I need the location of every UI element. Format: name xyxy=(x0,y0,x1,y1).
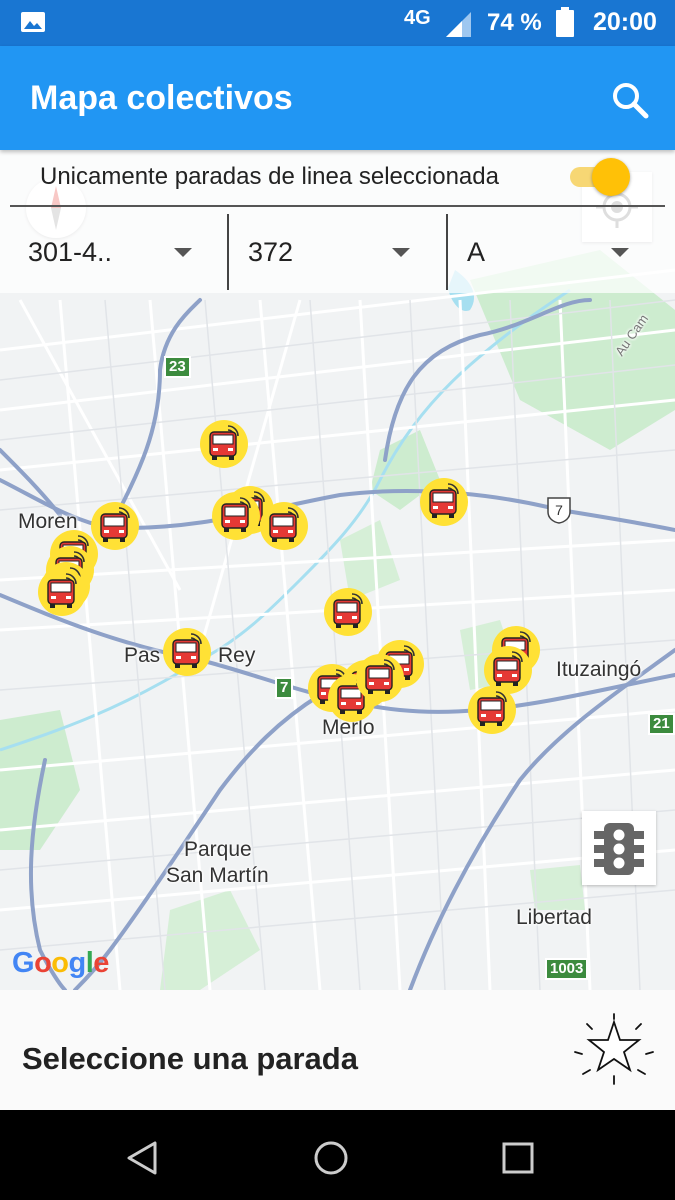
clock: 20:00 xyxy=(593,8,657,36)
chevron-down-icon xyxy=(611,248,629,257)
back-icon[interactable] xyxy=(125,1140,161,1176)
branch-spinner[interactable]: 372 xyxy=(230,213,446,291)
spinner-separator xyxy=(227,214,229,290)
panel-divider xyxy=(10,205,665,207)
toggle-thumb xyxy=(592,158,630,196)
place-label-libertad: Libertad xyxy=(516,906,592,929)
place-label-paso-del-rey-b: Rey xyxy=(218,644,256,667)
place-label-ituzaingo: Ituzaingó xyxy=(556,658,642,681)
signal-icon xyxy=(446,12,471,37)
chevron-down-icon xyxy=(392,248,410,257)
system-nav-bar xyxy=(0,1110,675,1200)
bus-marker[interactable] xyxy=(210,490,262,542)
bus-icon xyxy=(356,654,404,702)
spinner-separator xyxy=(446,214,448,290)
line-spinner-value: 301-4.. xyxy=(28,237,113,267)
status-bar: 4G 74 % 20:00 xyxy=(0,0,675,46)
bottom-sheet: Seleccione una parada xyxy=(0,990,675,1110)
bus-marker[interactable] xyxy=(354,652,406,704)
bus-marker[interactable] xyxy=(322,586,374,638)
bus-marker[interactable] xyxy=(466,684,518,736)
recents-icon[interactable] xyxy=(500,1140,536,1176)
bus-marker[interactable] xyxy=(258,500,310,552)
toggle-label: Unicamente paradas de linea seleccionada xyxy=(40,163,499,190)
bus-marker[interactable] xyxy=(36,566,88,618)
branch-spinner-value: 372 xyxy=(248,237,294,267)
bus-icon xyxy=(212,492,260,540)
route-shield-7-merlo: 7 xyxy=(275,677,294,699)
app-screen: 4G 74 % 20:00 Mapa colectivos Moren Pas … xyxy=(0,0,675,1200)
route-shield-7-text: 7 xyxy=(555,502,563,518)
bus-icon xyxy=(38,568,86,616)
bus-marker[interactable] xyxy=(418,476,470,528)
chevron-down-icon xyxy=(174,248,192,257)
battery-icon xyxy=(556,7,574,37)
route-shield-23: 23 xyxy=(164,356,191,378)
image-notification-icon xyxy=(21,12,45,32)
direction-spinner-value: A xyxy=(467,237,486,267)
select-stop-message: Seleccione una parada xyxy=(22,1041,358,1076)
place-label-paso-del-rey-a: Pas xyxy=(124,644,161,667)
bus-icon xyxy=(200,420,248,468)
battery-percent: 74 % xyxy=(487,9,542,36)
bus-marker[interactable] xyxy=(198,418,250,470)
place-label-parque: Parque xyxy=(184,838,252,861)
bus-marker[interactable] xyxy=(161,626,213,678)
bus-icon xyxy=(468,686,516,734)
network-type: 4G xyxy=(404,7,431,29)
search-icon[interactable] xyxy=(610,80,650,120)
route-shield-1003: 1003 xyxy=(545,958,589,980)
line-spinner[interactable]: 301-4.. xyxy=(10,213,226,291)
traffic-light-icon xyxy=(594,823,644,875)
bus-icon xyxy=(163,628,211,676)
place-label-san-martin: San Martín xyxy=(166,864,269,887)
home-icon[interactable] xyxy=(313,1140,349,1176)
bus-icon xyxy=(260,502,308,550)
bus-icon xyxy=(420,478,468,526)
app-title: Mapa colectivos xyxy=(30,79,293,117)
direction-spinner[interactable]: A xyxy=(449,213,665,291)
google-logo: Google xyxy=(12,947,109,979)
route-shield-7-national: 7 xyxy=(545,496,573,524)
bus-icon xyxy=(324,588,372,636)
app-bar: Mapa colectivos xyxy=(0,46,675,150)
only-line-stops-toggle[interactable] xyxy=(570,158,630,196)
route-shield-21: 21 xyxy=(648,713,675,735)
traffic-button[interactable] xyxy=(582,811,656,885)
sparkle-star-icon[interactable] xyxy=(573,1012,655,1086)
